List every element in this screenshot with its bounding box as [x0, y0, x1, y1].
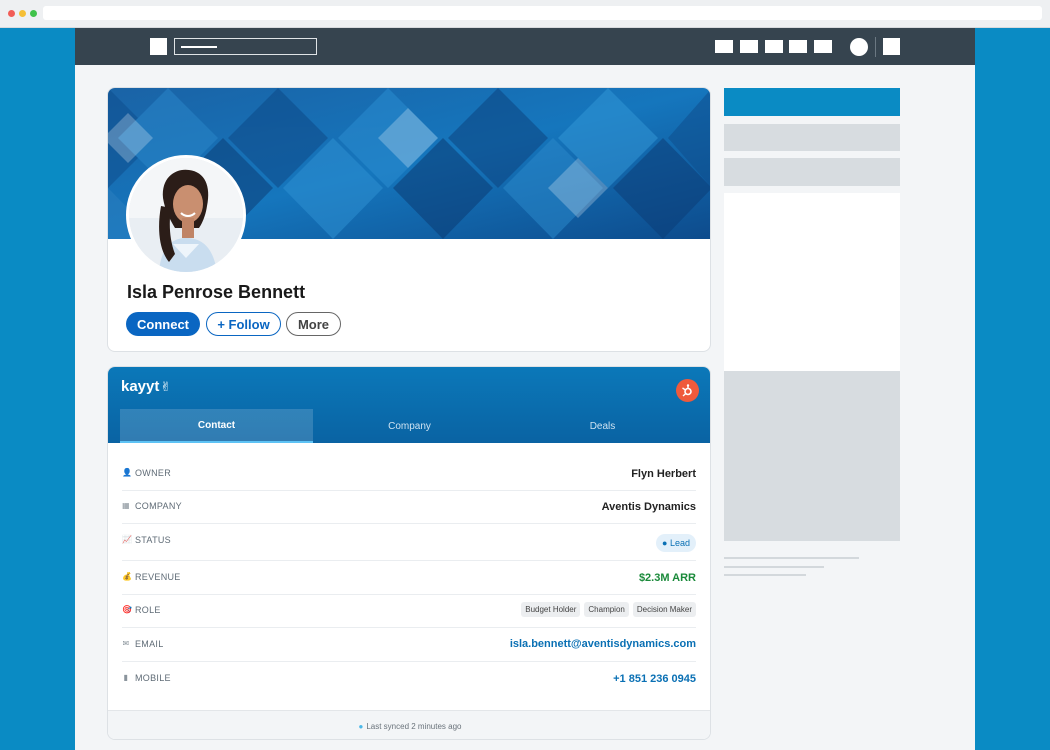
role-chip: Champion	[584, 602, 629, 617]
profile-photo	[129, 158, 243, 272]
target-icon: 🎯	[122, 605, 133, 614]
follow-button[interactable]: + Follow	[206, 312, 281, 336]
company-label: COMPANY	[135, 501, 182, 511]
nav-network-icon[interactable]	[740, 40, 758, 53]
field-row-revenue: 💰 REVENUE $2.3M ARR	[122, 561, 696, 595]
email-link[interactable]: isla.bennett@aventisdynamics.com	[510, 638, 696, 650]
status-value: Lead	[669, 538, 690, 548]
sidebar-block	[724, 124, 900, 151]
more-button[interactable]: More	[286, 312, 341, 336]
address-bar[interactable]	[43, 6, 1042, 20]
nav-notifications-icon[interactable]	[814, 40, 832, 53]
field-row-company: ▦ COMPANY Aventis Dynamics	[122, 491, 696, 524]
hubspot-icon[interactable]	[676, 379, 699, 402]
profile-card: Isla Penrose Bennett Connect + Follow Mo…	[107, 87, 711, 352]
browser-chrome	[0, 0, 1050, 28]
logo-icon[interactable]	[150, 38, 167, 55]
money-bag-icon: 💰	[122, 572, 133, 581]
sidebar-footer-line	[724, 574, 806, 576]
sidebar-card	[724, 193, 900, 371]
apps-grid-icon[interactable]	[883, 38, 900, 55]
nav-jobs-icon[interactable]	[765, 40, 783, 53]
minimize-window-icon[interactable]	[19, 10, 26, 17]
crm-widget: kayyt✌ Contact Company Deals 👤 OWNER Flyn…	[107, 366, 711, 740]
owner-value: Flyn Herbert	[631, 468, 696, 480]
page: Isla Penrose Bennett Connect + Follow Mo…	[75, 28, 975, 750]
brand-name: kayyt	[121, 378, 160, 395]
tab-deals[interactable]: Deals	[506, 409, 699, 443]
connect-button[interactable]: Connect	[126, 312, 200, 336]
company-value[interactable]: Aventis Dynamics	[602, 501, 696, 513]
revenue-value: $2.3M ARR	[638, 572, 696, 584]
field-row-mobile: ▮ MOBILE +1 851 236 0945	[122, 662, 696, 696]
nav-avatar[interactable]	[850, 38, 868, 56]
owner-label: OWNER	[135, 468, 171, 478]
profile-avatar[interactable]	[126, 155, 246, 275]
role-label: ROLE	[135, 605, 161, 615]
revenue-label: REVENUE	[135, 572, 181, 582]
field-row-role: 🎯 ROLE Budget Holder Champion Decision Make…	[122, 595, 696, 628]
role-chips: Budget Holder Champion Decision Maker	[517, 602, 696, 617]
sync-dot-icon: ●	[358, 721, 364, 731]
sync-footer: ● Last synced 2 minutes ago	[108, 710, 710, 739]
role-chip: Budget Holder	[521, 602, 581, 617]
phone-icon: ▮	[123, 673, 129, 682]
building-icon: ▦	[122, 501, 130, 510]
status-label: STATUS	[135, 535, 171, 545]
chart-icon: 📈	[122, 535, 133, 544]
sidebar-footer-line	[724, 566, 824, 568]
field-row-email: ✉ EMAIL isla.bennett@aventisdynamics.com	[122, 628, 696, 662]
mobile-link[interactable]: +1 851 236 0945	[613, 673, 696, 685]
maximize-window-icon[interactable]	[30, 10, 37, 17]
nav-messaging-icon[interactable]	[789, 40, 807, 53]
sidebar-block	[724, 158, 900, 186]
nav-home-icon[interactable]	[715, 40, 733, 53]
nav-divider	[875, 37, 876, 57]
field-row-status: 📈 STATUS ● Lead	[122, 524, 696, 561]
status-badge[interactable]: ● Lead	[656, 534, 696, 552]
sync-status: Last synced 2 minutes ago	[366, 721, 462, 731]
mobile-label: MOBILE	[135, 673, 171, 683]
tab-contact[interactable]: Contact	[120, 409, 313, 443]
person-icon: 👤	[122, 468, 133, 477]
email-label: EMAIL	[135, 639, 164, 649]
tab-company[interactable]: Company	[313, 409, 506, 443]
sidebar-header-block	[724, 88, 900, 116]
role-chip: Decision Maker	[632, 602, 696, 617]
close-window-icon[interactable]	[8, 10, 15, 17]
sidebar-ad-block	[724, 371, 900, 541]
top-nav	[75, 28, 975, 65]
kayyt-logo: kayyt✌	[121, 378, 171, 395]
envelope-icon: ✉	[122, 639, 130, 648]
sidebar-footer-line	[724, 557, 859, 559]
profile-name: Isla Penrose Bennett	[127, 282, 306, 302]
search-input[interactable]	[174, 38, 317, 55]
crm-header: kayyt✌ Contact Company Deals	[108, 367, 710, 443]
field-row-owner: 👤 OWNER Flyn Herbert	[122, 457, 696, 491]
kayyt-mark-icon: ✌	[160, 379, 172, 394]
search-placeholder-line	[181, 46, 217, 48]
